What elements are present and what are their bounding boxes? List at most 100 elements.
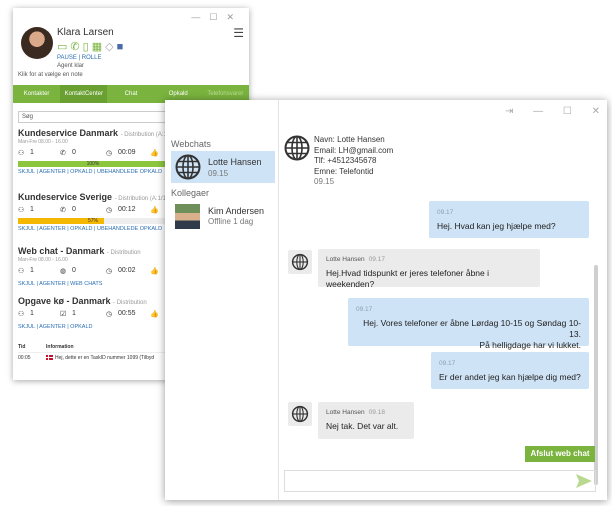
close-button[interactable]: ✕ <box>226 12 243 22</box>
wait-time: 00:12 <box>118 206 136 213</box>
phone-icon[interactable]: ✆ <box>70 41 82 53</box>
queue-title[interactable]: Kundeservice Sverige <box>18 192 112 202</box>
restore-button[interactable]: ☐ <box>563 106 572 117</box>
colleagues-label: Kollegaer <box>171 188 210 198</box>
message-time: 09.17 <box>356 306 373 313</box>
tag-icon[interactable]: ◇ <box>105 41 116 53</box>
chat-item-name: Lotte Hansen <box>208 157 262 167</box>
desktop-icon[interactable]: ▭ <box>57 41 70 53</box>
message-input[interactable] <box>284 470 596 492</box>
thumbs-up-icon: 👍 <box>150 311 159 318</box>
message-text: Nej tak. Det var alt. <box>326 421 399 431</box>
contact-avatar <box>288 250 312 274</box>
webchats-label: Webchats <box>171 139 211 149</box>
stopwatch-icon: ◷ <box>106 150 113 157</box>
colleague-status: Offline 1 dag <box>208 217 254 226</box>
tab-kontaktcenter[interactable]: KontaktCenter <box>60 85 108 103</box>
chat-item-time: 09.15 <box>208 169 229 178</box>
chat-item-lotte-hansen[interactable]: Lotte Hansen 09.15 <box>171 151 275 183</box>
contact-avatar <box>288 402 312 426</box>
contact-time: 09.15 <box>314 177 335 186</box>
end-webchat-button[interactable]: Afslut web chat <box>525 446 595 462</box>
tab-kontakter[interactable]: Kontakter <box>13 85 60 103</box>
progress-label: 57% <box>87 218 98 224</box>
agent-status: Agent klar <box>57 63 85 69</box>
message-incoming: Lotte Hansen 09.17 Hej.Hvad tidspunkt er … <box>318 249 540 289</box>
agents-icon: ⚇ <box>18 268 25 275</box>
agents-count: 1 <box>30 149 34 156</box>
contact-info: Navn: Lotte Hansen Email: LH@gmail.com T… <box>314 135 393 188</box>
message-text: Hej. Hvad kan jeg hjælpe med? <box>437 221 556 231</box>
agents-count: 1 <box>30 310 34 317</box>
queue-subtitle: - Distribution <box>113 300 147 306</box>
tasks-count: 1 <box>72 310 76 317</box>
calls-count: 0 <box>72 149 76 156</box>
globe-icon <box>175 154 201 180</box>
teams-icon[interactable]: ■ <box>117 41 127 53</box>
message-text: Er der andet jeg kan hjælpe dig med? <box>439 372 581 382</box>
denmark-flag-icon <box>46 355 53 361</box>
agents-count: 1 <box>30 206 34 213</box>
presence-icons: ▭✆▯▦◇■ <box>57 40 126 53</box>
message-sender: Lotte Hansen <box>326 409 365 416</box>
contact-subject: Emne: Telefontid <box>314 166 374 176</box>
chats-count: 0 <box>72 267 76 274</box>
calls-icon: ✆ <box>60 207 66 214</box>
message-time: 09.17 <box>368 256 385 263</box>
stopwatch-icon: ◷ <box>106 311 113 318</box>
tab-chat[interactable]: Chat <box>107 85 154 103</box>
column-header: Information <box>46 344 74 350</box>
minimize-button[interactable]: — <box>191 12 209 22</box>
stopwatch-icon: ◷ <box>106 268 113 275</box>
wait-time: 00:09 <box>118 149 136 156</box>
send-icon[interactable] <box>576 474 592 488</box>
contact-name: Navn: Lotte Hansen <box>314 135 385 144</box>
message-time: 09.17 <box>439 360 456 367</box>
mobile-icon[interactable]: ▯ <box>83 41 92 53</box>
pause-role-links[interactable]: PAUSE | ROLLE <box>57 55 101 61</box>
agents-icon: ⚇ <box>18 150 25 157</box>
calls-icon: ✆ <box>60 150 66 157</box>
hamburger-menu-icon[interactable]: ☰ <box>233 26 244 40</box>
agent-name: Klara Larsen <box>57 27 114 38</box>
window-controls: ⇥ — ☐ ✕ <box>505 106 600 117</box>
queue-subtitle: - Distribution <box>106 250 141 256</box>
agent-avatar[interactable] <box>21 27 53 59</box>
globe-icon <box>291 253 309 271</box>
queue-subtitle: - Distribution (A:1/1 - <box>114 196 170 202</box>
message-text: Hej. Vores telefoner er åbne Lørdag 10-1… <box>363 318 581 339</box>
calls-count: 0 <box>72 206 76 213</box>
pin-button[interactable]: ⇥ <box>505 106 513 117</box>
globe-icon: ◍ <box>60 268 67 275</box>
note-prompt[interactable]: Klik for at vælge en note <box>18 72 83 78</box>
agents-icon: ⚇ <box>18 207 25 214</box>
task-time: 00:05 <box>18 355 31 361</box>
queue-progress: 100% <box>18 161 168 167</box>
calendar-icon[interactable]: ▦ <box>92 41 105 53</box>
thumbs-up-icon: 👍 <box>150 207 159 214</box>
colleague-name: Kim Andersen <box>208 206 265 216</box>
close-button[interactable]: ✕ <box>592 106 600 117</box>
queue-title[interactable]: Opgave kø - Danmark <box>18 296 111 306</box>
wait-time: 00:02 <box>118 267 136 274</box>
message-outgoing: 09.17 Hej. Vores telefoner er åbne Lørda… <box>348 298 589 350</box>
agents-count: 1 <box>30 267 34 274</box>
contact-phone[interactable]: Tlf: +4512345678 <box>314 156 393 167</box>
chat-scrollbar[interactable] <box>594 145 598 485</box>
minimize-button[interactable]: — <box>533 106 543 117</box>
message-sender: Lotte Hansen <box>326 256 365 263</box>
avatar <box>175 204 200 229</box>
thumbs-up-icon: 👍 <box>150 268 159 275</box>
chat-sidebar: Webchats Lotte Hansen 09.15 Kollegaer Ki… <box>165 100 279 500</box>
window-controls: —☐✕ <box>191 12 243 23</box>
wait-time: 00:55 <box>118 310 136 317</box>
contact-email[interactable]: Email: LH@gmail.com <box>314 146 393 157</box>
chat-window: ⇥ — ☐ ✕ Webchats Lotte Hansen 09.15 Koll… <box>165 100 607 500</box>
agents-icon: ⚇ <box>18 311 25 318</box>
restore-button[interactable]: ☐ <box>209 12 226 22</box>
message-text: På helligdage har vi lukket. <box>479 340 581 350</box>
queue-title[interactable]: Kundeservice Danmark <box>18 128 118 138</box>
queue-title[interactable]: Web chat - Danmark <box>18 246 104 256</box>
globe-icon <box>284 135 310 161</box>
colleague-item-kim-andersen[interactable]: Kim Andersen Offline 1 dag <box>171 201 275 233</box>
